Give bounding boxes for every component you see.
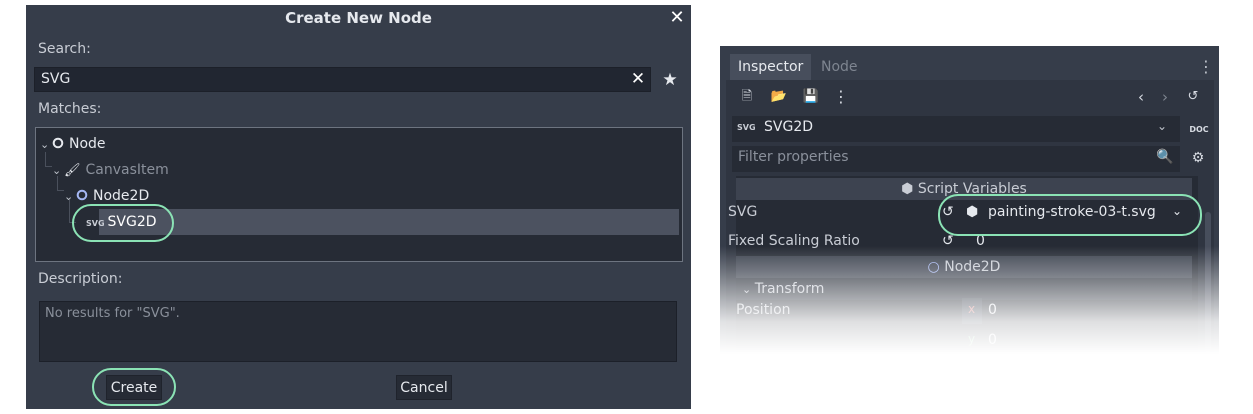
prop-label-position: Position	[736, 302, 791, 318]
forward-icon[interactable]: ›	[1156, 88, 1174, 106]
section-script-variables[interactable]: ⬢ Script Variables	[736, 178, 1192, 200]
tree-row-node[interactable]: ⌄ Node	[40, 132, 106, 156]
section-transform[interactable]: ⌄ Transform	[736, 278, 1192, 300]
node2d-circle-icon: ○	[927, 259, 945, 275]
search-value[interactable]: SVG	[41, 71, 70, 87]
tree-row-canvasitem[interactable]: ⌄ 🖌 CanvasItem	[52, 158, 169, 182]
revert-icon[interactable]: ↺	[942, 233, 954, 249]
section-label: Transform	[754, 281, 825, 297]
filter-placeholder[interactable]: Filter properties	[738, 149, 849, 165]
chevron-down-icon[interactable]: ⌄	[1172, 204, 1182, 218]
cube-icon: ⬢	[966, 204, 979, 220]
inspector-body: 🗎 📂 💾 ⋮ ‹ › ↺ SVG SVG2D ⌄ DOC Filter pro…	[726, 80, 1214, 354]
object-selector[interactable]: SVG SVG2D ⌄	[732, 116, 1180, 142]
brush-icon: 🖌	[64, 163, 81, 178]
tree-item-label: CanvasItem	[85, 162, 169, 178]
axis-y-label: y	[968, 332, 976, 346]
close-icon[interactable]: ✕	[666, 7, 688, 29]
description-box: No results for "SVG".	[39, 301, 677, 362]
clear-icon[interactable]: ✕	[628, 69, 648, 89]
history-icon[interactable]: ↺	[1184, 88, 1202, 106]
tree-row-selected-bg	[99, 209, 679, 235]
doc-icon[interactable]: DOC	[1188, 120, 1210, 140]
star-icon[interactable]: ★	[659, 69, 681, 91]
chevron-down-icon[interactable]: ⌄	[64, 185, 76, 209]
dialog-title: Create New Node	[285, 9, 432, 27]
position-x-value[interactable]: 0	[988, 302, 997, 318]
chevron-down-icon[interactable]: ⌄	[52, 159, 64, 183]
object-name: SVG2D	[764, 119, 813, 135]
prop-label-fixed-scaling-ratio: Fixed Scaling Ratio	[728, 233, 860, 249]
section-node2d[interactable]: ○ Node2D	[736, 256, 1192, 278]
more-dots-icon[interactable]: ⋮	[832, 88, 850, 106]
chevron-down-icon[interactable]: ⌄	[1157, 119, 1167, 133]
axis-x-label: x	[968, 302, 976, 316]
tools-icon[interactable]: ⚙	[1188, 150, 1208, 166]
search-input[interactable]: SVG ✕	[34, 67, 651, 92]
filter-properties-input[interactable]: Filter properties 🔍	[732, 146, 1180, 172]
section-label: Script Variables	[917, 181, 1027, 197]
matches-tree: ⌄ Node ⌄ 🖌 CanvasItem ⌄ Node2D SVG SVG2D	[35, 127, 683, 262]
tab-inspector[interactable]: Inspector	[730, 54, 812, 80]
back-icon[interactable]: ‹	[1132, 88, 1150, 106]
scrollbar[interactable]	[1205, 212, 1211, 352]
tree-row-svg2d[interactable]: SVG SVG2D	[86, 210, 157, 234]
tab-node[interactable]: Node	[813, 54, 866, 80]
svg-icon: SVG	[737, 123, 756, 132]
create-node-dialog: Create New Node ✕ Search: SVG ✕ ★ Matche…	[26, 5, 691, 409]
inspector-panel: Inspector Node ⋮ 🗎 📂 💾 ⋮ ‹ › ↺ SVG SVG2D…	[720, 46, 1219, 354]
svg-icon: SVG	[86, 219, 105, 228]
tree-item-label: Node2D	[93, 188, 150, 204]
chevron-down-icon[interactable]: ⌄	[40, 133, 52, 157]
property-list: ⬢ Script Variables SVG ↺ ⬢ painting-stro…	[728, 176, 1198, 354]
section-label: Node2D	[944, 259, 1001, 275]
menu-dots-icon[interactable]: ⋮	[1198, 56, 1214, 78]
tree-row-node2d[interactable]: ⌄ Node2D	[64, 184, 149, 208]
revert-icon[interactable]: ↺	[942, 204, 954, 220]
prop-value-fixed-scaling-ratio[interactable]: 0	[976, 233, 985, 249]
prop-value-svg[interactable]: painting-stroke-03-t.svg	[988, 204, 1156, 220]
new-resource-icon[interactable]: 🗎	[738, 88, 756, 106]
chevron-down-icon[interactable]: ⌄	[742, 283, 755, 296]
matches-label: Matches:	[38, 101, 102, 117]
search-label: Search:	[38, 41, 91, 57]
create-button[interactable]: Create	[106, 375, 162, 400]
open-folder-icon[interactable]: 📂	[770, 88, 788, 106]
description-label: Description:	[38, 271, 123, 287]
node2d-circle-icon	[76, 189, 88, 201]
node-circle-icon	[52, 137, 64, 149]
search-icon: 🔍	[1156, 149, 1174, 165]
tree-item-label: SVG2D	[107, 214, 157, 230]
position-y-value[interactable]: 0	[988, 332, 997, 348]
description-text: No results for "SVG".	[45, 306, 180, 321]
cancel-button[interactable]: Cancel	[396, 375, 452, 400]
cube-icon: ⬢	[901, 181, 918, 197]
save-icon[interactable]: 💾	[802, 88, 820, 106]
tree-item-label: Node	[69, 136, 106, 152]
prop-label-svg: SVG	[728, 204, 758, 220]
